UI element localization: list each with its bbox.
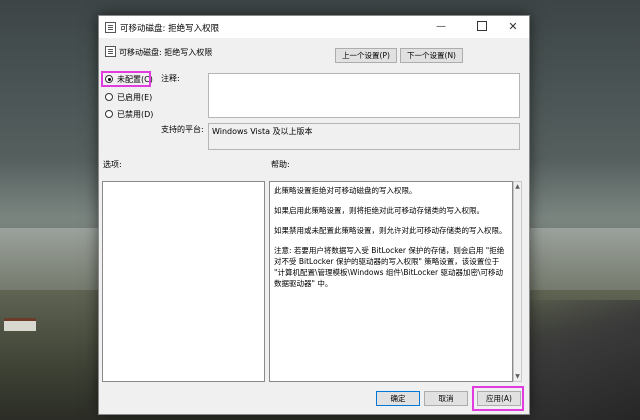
radio-enabled[interactable]: 已启用(E): [105, 92, 155, 104]
background-house: [4, 318, 36, 331]
help-paragraph: 如果启用此策略设置，则将拒绝对此可移动存储类的写入权限。: [274, 206, 484, 215]
window-title: 可移动磁盘: 拒绝写入权限: [120, 24, 220, 34]
policy-document-icon: [105, 22, 116, 33]
help-label: 帮助:: [271, 160, 290, 169]
radio-unselected-icon: [105, 93, 113, 101]
scroll-up-icon[interactable]: ▲: [514, 182, 521, 191]
policy-document-icon: [105, 46, 116, 57]
maximize-button[interactable]: [466, 16, 498, 38]
previous-setting-button[interactable]: 上一个设置(P): [335, 48, 397, 63]
radio-label: 已启用(E): [117, 93, 153, 102]
help-paragraph: 注意: 若要用户将数据写入受 BitLocker 保护的存储，则会启用 "拒绝对…: [274, 246, 505, 288]
supported-platform-value: Windows Vista 及以上版本: [208, 123, 520, 150]
help-paragraph: 如果禁用或未配置此策略设置，则允许对此可移动存储类的写入权限。: [274, 226, 507, 235]
maximize-icon: [477, 21, 487, 31]
supported-platform-label: 支持的平台:: [161, 125, 204, 134]
minimize-button[interactable]: —: [425, 16, 457, 38]
cancel-button[interactable]: 取消: [424, 391, 468, 406]
help-paragraph: 此策略设置拒绝对可移动磁盘的写入权限。: [274, 186, 417, 195]
highlight-box: [101, 71, 151, 87]
options-panel: [102, 181, 265, 382]
comment-label: 注释:: [161, 74, 180, 83]
policy-dialog: 可移动磁盘: 拒绝写入权限 — ✕ 可移动磁盘: 拒绝写入权限 上一个设置(P)…: [98, 15, 530, 415]
highlight-box: [472, 386, 524, 411]
next-setting-button[interactable]: 下一个设置(N): [400, 48, 463, 63]
title-bar[interactable]: 可移动磁盘: 拒绝写入权限 — ✕: [99, 16, 529, 38]
scroll-down-icon[interactable]: ▼: [514, 372, 521, 381]
policy-name: 可移动磁盘: 拒绝写入权限: [119, 48, 213, 57]
radio-label: 已禁用(D): [117, 110, 154, 119]
help-panel: 此策略设置拒绝对可移动磁盘的写入权限。 如果启用此策略设置，则将拒绝对此可移动存…: [269, 181, 513, 382]
radio-unselected-icon: [105, 110, 113, 118]
comment-textarea[interactable]: [208, 73, 520, 118]
ok-button[interactable]: 确定: [376, 391, 420, 406]
radio-disabled[interactable]: 已禁用(D): [105, 109, 155, 121]
help-scrollbar[interactable]: ▲ ▼: [513, 181, 522, 382]
minimize-icon: —: [436, 21, 446, 32]
close-icon: ✕: [508, 20, 518, 33]
close-button[interactable]: ✕: [497, 16, 529, 38]
options-label: 选项:: [103, 160, 122, 169]
